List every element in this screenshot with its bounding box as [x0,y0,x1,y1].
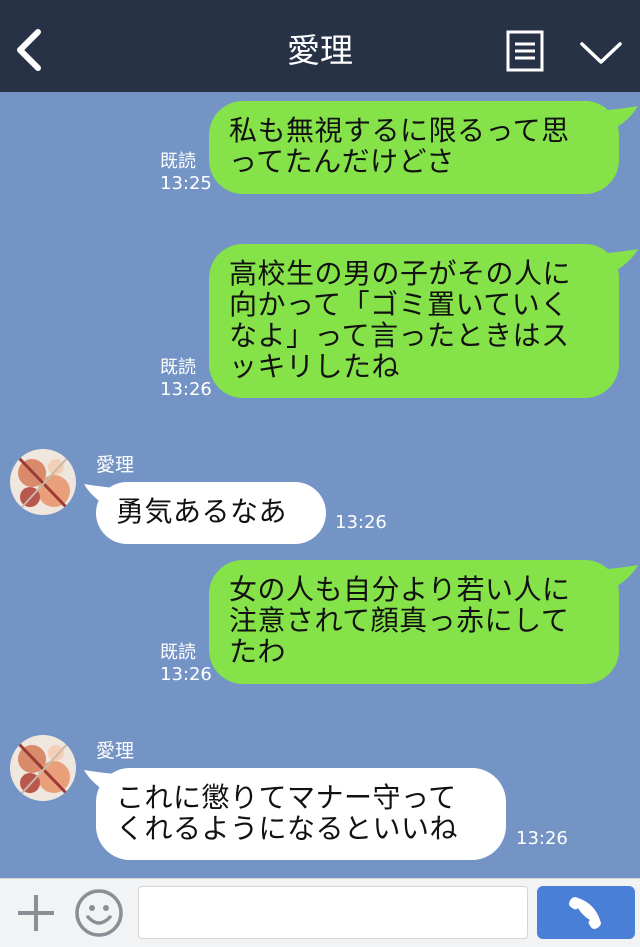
bubble-tail [608,565,638,589]
sender-name: 愛理 [96,740,135,762]
phone-icon [569,897,601,929]
message-time: 13:26 [516,828,568,849]
avatar[interactable] [10,735,76,801]
message-bubble-incoming[interactable]: これに懲りてマナー守って くれるようになるといいね [96,768,506,860]
smiley-icon[interactable] [74,888,124,938]
message-bubble-outgoing[interactable]: 私も無視するに限るって思 ってたんだけどさ [209,101,619,194]
message-bubble-incoming[interactable]: 勇気あるなあ [96,482,326,544]
bubble-tail [608,106,638,130]
read-status: 既読 13:25 [160,151,212,194]
chat-header: 愛理 [0,0,640,92]
call-button[interactable] [537,886,635,939]
sender-name: 愛理 [96,454,135,476]
chevron-down-icon[interactable] [578,38,624,68]
chat-area[interactable]: 既読 13:25 私も無視するに限るって思 ってたんだけどさ 既読 13:26 … [0,92,640,878]
avatar[interactable] [10,449,76,515]
input-bar [0,878,640,947]
message-bubble-outgoing[interactable]: 女の人も自分より若い人に 注意されて顔真っ赤にして たわ [209,560,619,684]
message-input[interactable] [138,886,528,939]
read-status: 既読 13:26 [160,642,212,685]
plus-icon[interactable] [14,891,58,935]
chat-title: 愛理 [287,31,353,70]
message-bubble-outgoing[interactable]: 高校生の男の子がその人に 向かって「ゴミ置いていく なよ」って言ったときはス ッ… [209,244,619,398]
message-time: 13:26 [335,512,387,533]
bubble-tail [608,249,638,273]
read-status: 既読 13:26 [160,357,212,400]
note-list-icon[interactable] [506,30,544,72]
